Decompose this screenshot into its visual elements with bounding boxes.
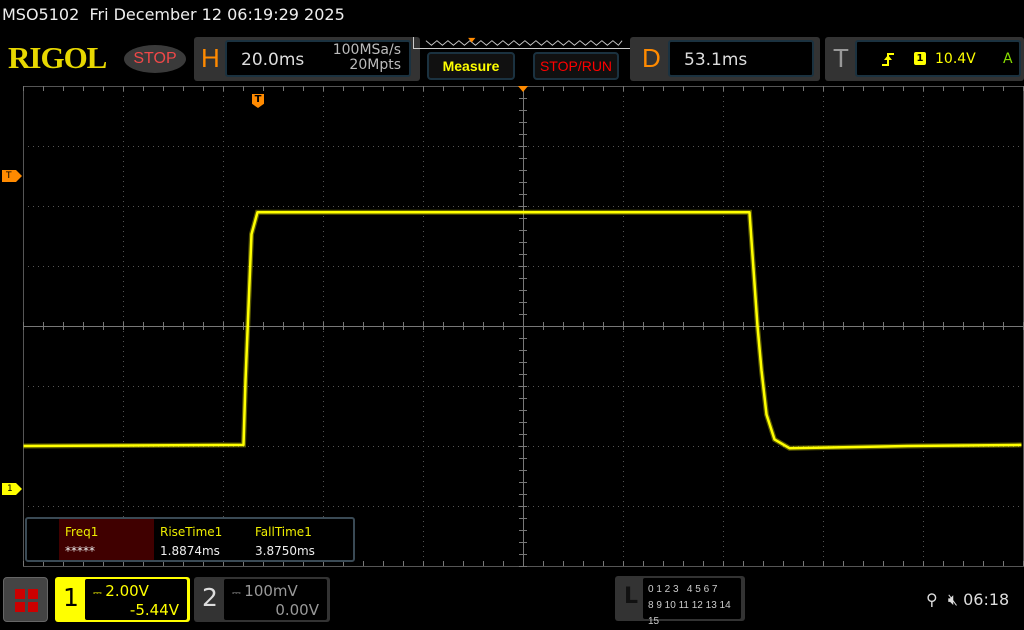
horizontal-label: H (201, 43, 220, 73)
measurement-falltime1[interactable]: FallTime1 3.8750ms (249, 519, 344, 560)
channel-scale: 100mV (244, 582, 298, 600)
measurement-risetime1[interactable]: RiseTime1 1.8874ms (154, 519, 249, 560)
channel-1-panel[interactable]: 1 ⎓ 2.00V -5.44V (55, 577, 190, 622)
measurement-value: 1.8874ms (160, 544, 220, 558)
rising-edge-icon (882, 53, 894, 66)
measurement-name: RiseTime1 (160, 525, 223, 539)
grid-menu-icon (15, 589, 38, 612)
logic-channels-row2: 8 9 10 11 12 13 14 15 (648, 600, 731, 627)
model-name: MSO5102 (2, 5, 80, 24)
title-bar: MSO5102 Fri December 12 06:19:29 2025 (2, 5, 345, 24)
rigol-logo: RIGOL (8, 40, 107, 75)
delay-panel[interactable]: D 53.1ms (630, 37, 820, 81)
sample-rate: 100MSa/s (332, 42, 401, 58)
dc-coupling-icon: ⎓ (232, 586, 245, 599)
usb-icon: ⚲ (926, 590, 938, 609)
channel-scale: 2.00V (105, 582, 149, 600)
trigger-label: T (833, 43, 849, 73)
trigger-source-badge: 1 (914, 52, 926, 65)
clock: 06:18 (963, 590, 1010, 609)
delay-label: D (642, 43, 661, 73)
trigger-panel[interactable]: T 1 10.4V A (825, 37, 1024, 81)
channel-number: 2 (202, 583, 218, 612)
horizontal-panel[interactable]: H 20.0ms 100MSa/s 20Mpts (194, 37, 420, 81)
measure-button[interactable]: Measure (427, 52, 515, 80)
memory-depth: 20Mpts (349, 57, 401, 73)
channel-number: 1 (63, 583, 79, 612)
timebase-value: 20.0ms (241, 50, 305, 70)
delay-value: 53.1ms (684, 50, 748, 70)
datetime: Fri December 12 06:19:29 2025 (89, 5, 345, 24)
logic-panel[interactable]: L 0 1 2 3 4 5 6 7 8 9 10 11 12 13 14 15 (615, 576, 745, 627)
stop-run-button[interactable]: STOP/RUN (533, 52, 619, 80)
channel-offset: 0.00V (275, 601, 319, 619)
dc-coupling-icon: ⎓ (93, 586, 106, 599)
waveform-display[interactable] (23, 86, 1024, 567)
measurement-panel: Freq1 ***** RiseTime1 1.8874ms FallTime1 3.… (25, 517, 355, 562)
measurement-value: ***** (65, 544, 95, 558)
logic-channels-row1: 0 1 2 3 4 5 6 7 (648, 584, 718, 595)
measurement-freq1[interactable]: Freq1 ***** (59, 519, 154, 560)
ch1-trace-noise (23, 209, 1022, 451)
center-time-marker (518, 86, 528, 92)
run-state-badge[interactable]: STOP (124, 45, 186, 73)
trigger-mode: A (1003, 51, 1013, 67)
waveform-overview-strip (413, 37, 635, 49)
channel-offset: -5.44V (129, 601, 179, 619)
ch1-ground-marker[interactable]: 1 (2, 483, 22, 495)
ch1-trace (23, 210, 1022, 450)
main-menu-button[interactable] (3, 577, 48, 622)
channel-2-panel[interactable]: 2 ⎓ 100mV 0.00V (194, 577, 330, 622)
measurement-value: 3.8750ms (255, 544, 315, 558)
trigger-level: 10.4V (935, 51, 976, 67)
logic-label: L (624, 584, 639, 609)
trigger-level-marker[interactable]: T (2, 170, 22, 182)
speaker-muted-icon[interactable]: 🔇︎ (948, 590, 958, 609)
measurement-name: FallTime1 (255, 525, 312, 539)
status-area: ⚲ 🔇︎ 06:18 (926, 590, 1009, 610)
measurement-name: Freq1 (65, 525, 99, 539)
